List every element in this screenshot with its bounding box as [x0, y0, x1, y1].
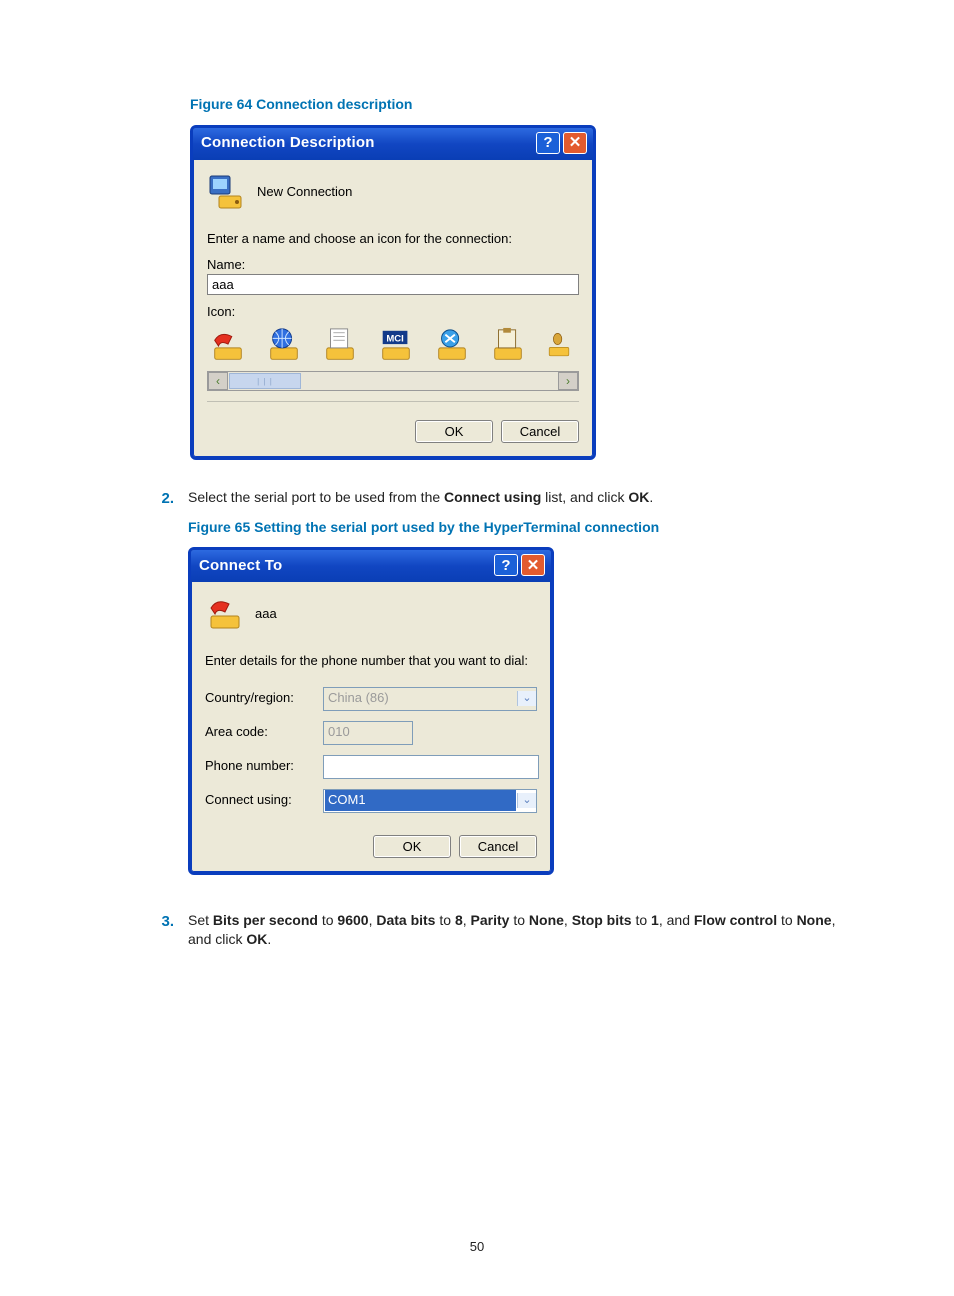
step-2-text: Select the serial port to be used from t…: [188, 488, 854, 902]
area-code-field: 010: [323, 721, 413, 745]
connection-description-dialog: Connection Description ? ✕ New Connectio…: [190, 125, 596, 461]
clipboard-modem-icon[interactable]: [489, 327, 527, 365]
dialog-title: Connect To: [199, 555, 282, 576]
svg-text:MCI: MCI: [386, 333, 403, 344]
mic-modem-icon[interactable]: [545, 327, 573, 365]
scroll-left-icon[interactable]: ‹: [208, 372, 228, 390]
chevron-down-icon[interactable]: ⌄: [517, 793, 536, 808]
connect-using-combobox[interactable]: COM1 ⌄: [323, 789, 537, 813]
new-connection-icon: [207, 172, 247, 212]
phone-number-input[interactable]: [323, 755, 539, 779]
connect-to-dialog: Connect To ? ✕ aaa Enter details for: [188, 547, 554, 874]
sprint-modem-icon[interactable]: [433, 327, 471, 365]
globe-modem-icon[interactable]: [265, 327, 303, 365]
close-icon[interactable]: ✕: [563, 132, 587, 154]
instruction-text: Enter details for the phone number that …: [205, 652, 537, 670]
chevron-down-icon: ⌄: [517, 691, 536, 706]
header-label: New Connection: [257, 183, 352, 201]
scroll-thumb[interactable]: | | |: [229, 373, 301, 389]
phone-modem-icon[interactable]: [209, 327, 247, 365]
ok-button[interactable]: OK: [415, 420, 493, 443]
titlebar: Connection Description ? ✕: [193, 128, 593, 160]
mci-modem-icon[interactable]: MCI: [377, 327, 415, 365]
help-icon[interactable]: ?: [494, 554, 518, 576]
page-number: 50: [0, 1238, 954, 1256]
name-input[interactable]: [207, 274, 579, 295]
area-code-label: Area code:: [205, 723, 315, 741]
close-icon[interactable]: ✕: [521, 554, 545, 576]
country-combobox: China (86) ⌄: [323, 687, 537, 711]
cancel-button[interactable]: Cancel: [459, 835, 537, 858]
ok-button[interactable]: OK: [373, 835, 451, 858]
scroll-right-icon[interactable]: ›: [558, 372, 578, 390]
step-3-text: Set Bits per second to 9600, Data bits t…: [188, 911, 854, 950]
phone-number-label: Phone number:: [205, 757, 315, 775]
name-label: Name:: [207, 256, 579, 274]
dialog-title: Connection Description: [201, 132, 375, 153]
cancel-button[interactable]: Cancel: [501, 420, 579, 443]
header-label: aaa: [255, 605, 277, 623]
step-number: 2.: [154, 488, 174, 902]
instruction-text: Enter a name and choose an icon for the …: [207, 230, 579, 248]
icon-scrollbar[interactable]: ‹ | | | ›: [207, 371, 579, 391]
titlebar: Connect To ? ✕: [191, 550, 551, 582]
document-modem-icon[interactable]: [321, 327, 359, 365]
connect-using-label: Connect using:: [205, 791, 315, 809]
connection-icon: [205, 594, 245, 634]
figure-65-caption: Figure 65 Setting the serial port used b…: [188, 518, 854, 538]
country-label: Country/region:: [205, 689, 315, 707]
icon-list[interactable]: MCI: [207, 321, 579, 369]
help-icon[interactable]: ?: [536, 132, 560, 154]
icon-label: Icon:: [207, 303, 579, 321]
step-number: 3.: [154, 911, 174, 950]
figure-64-caption: Figure 64 Connection description: [190, 95, 854, 115]
